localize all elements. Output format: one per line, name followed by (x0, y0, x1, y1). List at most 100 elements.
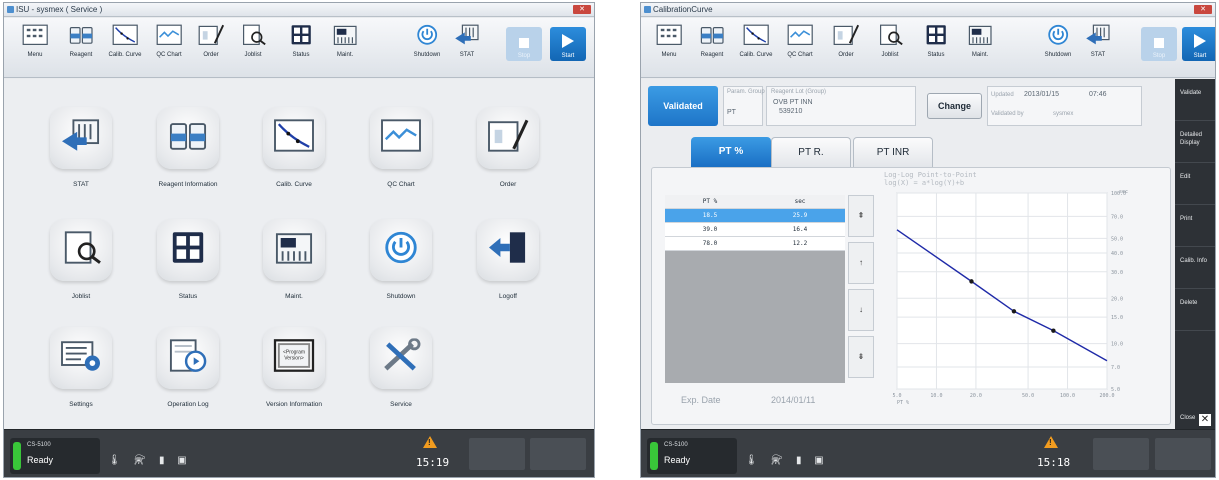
menu-tile-operation-log[interactable]: Operation Log (136, 327, 240, 433)
close-icon[interactable]: ✕ (1199, 414, 1211, 426)
status-icons[interactable]: 🌡 ⚗ ▮ ▣ (108, 455, 192, 466)
menu-tile-reagent-information[interactable]: Reagent Information (136, 107, 240, 213)
window-close-button[interactable]: ✕ (573, 5, 591, 14)
delete-button[interactable]: Delete (1175, 289, 1215, 331)
status-bar: CS-5100 Ready 🌡 ⚗ ▮ ▣ ! 15:18 (641, 429, 1215, 477)
print-button[interactable]: Print (1175, 205, 1215, 247)
x-tick-label: 5.0 (892, 393, 901, 399)
toolbar-order-button[interactable]: Order (192, 24, 230, 70)
tab-pt-percent[interactable]: PT % (691, 137, 771, 167)
y-tick-label: 70.0 (1111, 214, 1123, 220)
analyzer-status-panel[interactable]: CS-5100 Ready (10, 438, 100, 474)
toolbar-maint-button[interactable]: Maint. (961, 24, 999, 70)
app-icon (644, 6, 651, 13)
scroll-up-button[interactable]: ↑ (848, 242, 874, 284)
menu-tile-maint[interactable]: Maint. (242, 219, 346, 325)
page-up-button[interactable]: ⇞ (848, 195, 874, 237)
menu-tile-logoff[interactable]: Logoff (456, 219, 560, 325)
status-icons[interactable]: 🌡 ⚗ ▮ ▣ (745, 455, 829, 466)
change-button[interactable]: Change (927, 93, 982, 119)
menu-tile-frame: <Program Version> (263, 327, 325, 389)
tab-pt-inr[interactable]: PT INR (853, 137, 933, 167)
menu-tile-stat[interactable]: STAT (29, 107, 133, 213)
warning-icon[interactable]: ! (1044, 436, 1058, 448)
toolbar-button-label: Reagent (700, 52, 724, 58)
status-button-2[interactable] (1155, 438, 1211, 470)
validated-status-button[interactable]: Validated (648, 86, 718, 126)
toolbar-qc-chart-button[interactable]: QC Chart (781, 24, 819, 70)
stop-label: Stop (517, 53, 531, 59)
toolbar-reagent-button[interactable]: Reagent (62, 24, 100, 70)
stop-button[interactable]: Stop (506, 27, 542, 61)
toolbar-joblist-button[interactable]: Joblist (234, 24, 272, 70)
toolbar-reagent-button[interactable]: Reagent (693, 24, 731, 70)
window-titlebar: ISU - sysmex ( Service ) ✕ (4, 3, 594, 17)
menu-tile-order[interactable]: Order (456, 107, 560, 213)
stop-icon (1154, 38, 1164, 48)
toolbar: Menu Reagent Calib. Curve QC Chart Order Jobl… (641, 18, 1215, 78)
toolbar-calib-curve-button[interactable]: Calib. Curve (737, 24, 775, 70)
analyzer-status-panel[interactable]: CS-5100 Ready (647, 438, 737, 474)
toolbar-status-button[interactable]: Status (282, 24, 320, 70)
toolbar-stat-button[interactable]: STAT (1079, 24, 1117, 70)
menu-tile-calib-curve[interactable]: Calib. Curve (242, 107, 346, 213)
table-row[interactable]: 78.0 12.2 (665, 237, 845, 251)
start-button[interactable]: Start (550, 27, 586, 61)
toolbar-button-label: Maint. (971, 52, 989, 58)
y-tick-label: 20.0 (1111, 296, 1123, 302)
menu-tile-shutdown[interactable]: Shutdown (349, 219, 453, 325)
toolbar-stat-button[interactable]: STAT (448, 24, 486, 70)
menu-tile-service[interactable]: Service (349, 327, 453, 433)
edit-button[interactable]: Edit (1175, 163, 1215, 205)
menu-tile-version-information[interactable]: <Program Version> Version Information (242, 327, 346, 433)
table-row[interactable]: 18.5 25.9 (665, 209, 845, 223)
toolbar-shutdown-button[interactable]: Shutdown (408, 24, 446, 70)
status-button-1[interactable] (1093, 438, 1149, 470)
reagent-name: OVB PT INN (773, 99, 813, 106)
tab-pt-ratio[interactable]: PT R. (771, 137, 851, 167)
menu-tile-frame (157, 327, 219, 389)
menu-tile-frame (50, 219, 112, 281)
x-tick-label: 200.0 (1099, 393, 1114, 399)
toolbar-order-button[interactable]: Order (827, 24, 865, 70)
menu-tile-status[interactable]: Status (136, 219, 240, 325)
scroll-down-button[interactable]: ↓ (848, 289, 874, 331)
qc-chart-icon (155, 24, 183, 48)
toolbar-shutdown-button[interactable]: Shutdown (1039, 24, 1077, 70)
status-led (13, 442, 21, 470)
status-button-2[interactable] (530, 438, 586, 470)
menu-tile-qc-chart[interactable]: QC Chart (349, 107, 453, 213)
warning-icon[interactable]: ! (423, 436, 437, 448)
toolbar: Menu Reagent Calib. Curve QC Chart Order Jobl… (4, 18, 594, 78)
detailed-display-button[interactable]: Detailed Display (1175, 121, 1215, 163)
toolbar-menu-button[interactable]: Menu (650, 24, 688, 70)
close-button[interactable]: Close ✕ (1175, 405, 1215, 431)
toolbar-status-button[interactable]: Status (917, 24, 955, 70)
calibration-curve-window: CalibrationCurve ✕ Menu Reagent Calib. Cur… (640, 2, 1216, 478)
start-button[interactable]: Start (1182, 27, 1215, 61)
curve-equation: log(X) = a*log(Y)+b (884, 179, 965, 187)
settings-icon (60, 338, 102, 377)
y-tick-label: 5.0 (1111, 387, 1120, 393)
toolbar-maint-button[interactable]: Maint. (326, 24, 364, 70)
toolbar-menu-button[interactable]: Menu (16, 24, 54, 70)
table-row[interactable]: 39.0 16.4 (665, 223, 845, 237)
menu-tile-joblist[interactable]: Joblist (29, 219, 133, 325)
menu-tile-label: Joblist (71, 293, 91, 300)
menu-grid: STAT Reagent Information Calib. Curve QC Ch… (4, 79, 594, 429)
toolbar-button-label: Shutdown (413, 52, 441, 58)
page-down-button[interactable]: ⇟ (848, 336, 874, 378)
status-button-1[interactable] (469, 438, 525, 470)
menu-tile-settings[interactable]: Settings (29, 327, 133, 433)
y-axis-label: sec (1119, 189, 1128, 195)
qc-chart-icon (786, 24, 814, 48)
menu-tile-label: Maint. (285, 293, 303, 300)
toolbar-calib-curve-button[interactable]: Calib. Curve (106, 24, 144, 70)
window-close-button[interactable]: ✕ (1194, 5, 1212, 14)
toolbar-joblist-button[interactable]: Joblist (871, 24, 909, 70)
stop-button[interactable]: Stop (1141, 27, 1177, 61)
y-tick-label: 30.0 (1111, 270, 1123, 276)
calib-info-button[interactable]: Calib. Info (1175, 247, 1215, 289)
validate-button[interactable]: Validate (1175, 79, 1215, 121)
toolbar-qc-chart-button[interactable]: QC Chart (150, 24, 188, 70)
